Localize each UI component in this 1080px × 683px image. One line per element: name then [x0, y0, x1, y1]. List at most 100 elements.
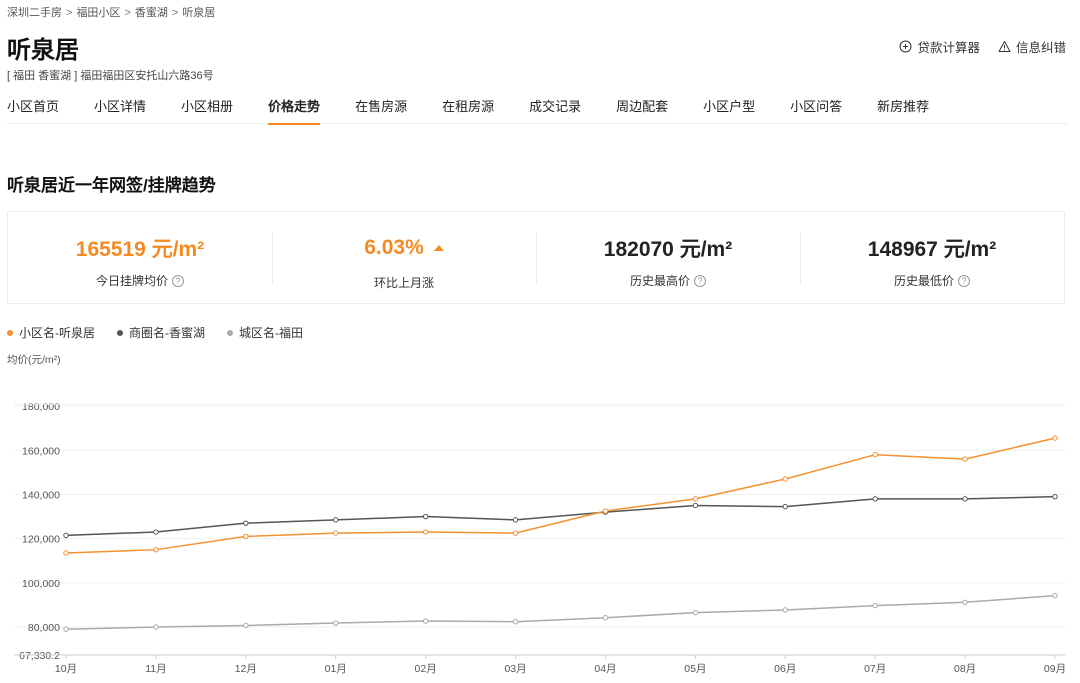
data-point — [962, 599, 968, 605]
data-point — [243, 520, 249, 526]
legend-dot-icon — [227, 329, 233, 336]
data-point — [422, 618, 429, 624]
tab-home[interactable]: 小区首页 — [7, 96, 59, 124]
breadcrumb-separator: > — [171, 7, 179, 19]
stat-value: 6.03% — [364, 236, 424, 259]
legend-label: 商圈名-香蜜湖 — [129, 326, 205, 340]
data-point — [333, 517, 339, 523]
stat-label: 历史最低价 — [893, 274, 954, 288]
page-title: 听泉居 — [7, 37, 79, 64]
report-error-button[interactable]: 信息纠错 — [998, 37, 1066, 56]
chart-legend: 小区名-听泉居 商圈名-香蜜湖 城区名-福田 — [7, 324, 303, 341]
legend-item-city[interactable]: 城区名-福田 — [227, 324, 303, 341]
data-point — [782, 476, 788, 482]
data-point — [243, 533, 249, 540]
help-icon[interactable]: ? — [958, 274, 970, 287]
y-tick-label: 100,000 — [22, 578, 60, 590]
breadcrumb-link-city[interactable]: 深圳二手房 — [7, 7, 62, 19]
legend-label: 城区名-福田 — [239, 326, 303, 340]
data-point — [962, 456, 968, 462]
tab-for-rent[interactable]: 在租房源 — [442, 96, 494, 124]
y-tick-label: 160,000 — [22, 445, 60, 457]
data-point — [422, 513, 429, 520]
tab-for-sale[interactable]: 在售房源 — [355, 96, 407, 124]
tab-new-homes[interactable]: 新房推荐 — [877, 96, 929, 124]
y-tick-label: 120,000 — [22, 534, 60, 546]
tab-nearby[interactable]: 周边配套 — [616, 96, 668, 124]
data-point — [243, 622, 249, 629]
stat-value: 165519 元/m² — [75, 238, 205, 261]
data-point — [962, 496, 968, 502]
series-line-city — [65, 594, 1056, 630]
x-tick-label: 07月 — [864, 663, 886, 675]
x-tick-label: 04月 — [594, 663, 616, 675]
legend-item-district[interactable]: 商圈名-香蜜湖 — [117, 324, 205, 341]
tab-qa[interactable]: 小区问答 — [790, 96, 842, 124]
tab-photos[interactable]: 小区相册 — [181, 96, 233, 124]
arrow-up-icon — [433, 245, 444, 251]
data-point — [153, 624, 159, 630]
breadcrumb: 深圳二手房 > 福田小区 > 香蜜湖 > 听泉居 — [7, 4, 215, 20]
help-icon[interactable]: ? — [172, 274, 184, 287]
data-point — [692, 502, 699, 509]
data-point — [1052, 435, 1058, 441]
x-tick-label: 11月 — [145, 663, 166, 675]
stat-historic-low: 148967 元/m² 历史最低价? — [800, 212, 1064, 303]
data-point — [333, 530, 339, 536]
data-point — [872, 496, 878, 502]
y-tick-label: 180,000 — [22, 401, 60, 413]
stat-label: 历史最高价 — [629, 274, 690, 288]
warning-icon — [998, 41, 1011, 52]
report-error-label: 信息纠错 — [1015, 41, 1066, 55]
x-tick-label: 06月 — [774, 663, 796, 675]
tab-floor-plans[interactable]: 小区户型 — [703, 96, 755, 124]
x-tick-label: 03月 — [504, 663, 526, 675]
breadcrumb-separator: > — [124, 7, 131, 19]
tab-transactions[interactable]: 成交记录 — [529, 96, 581, 124]
y-tick-label: 140,000 — [22, 489, 60, 501]
data-point — [333, 620, 339, 626]
data-point — [63, 626, 69, 632]
series-line-community — [65, 437, 1056, 554]
series-line-district — [65, 495, 1056, 537]
stat-historic-high: 182070 元/m² 历史最高价? — [536, 212, 800, 303]
community-address: [ 福田 香蜜湖 ] 福田福田区安托山六路36号 — [7, 70, 214, 82]
data-point — [1052, 493, 1058, 500]
x-tick-label: 09月 — [1044, 663, 1066, 675]
data-point — [782, 607, 788, 613]
legend-label: 小区名-听泉居 — [19, 326, 95, 340]
data-point — [602, 615, 609, 621]
data-point — [692, 496, 699, 502]
stat-listing-avg: 165519 元/m² 今日挂牌均价? — [8, 212, 272, 303]
plus-circle-icon — [899, 40, 912, 53]
loan-calculator-button[interactable]: 贷款计算器 — [899, 37, 980, 56]
data-point — [153, 546, 159, 553]
community-nav: 小区首页 小区详情 小区相册 价格走势 在售房源 在租房源 成交记录 周边配套 … — [7, 96, 1067, 125]
data-point — [63, 532, 69, 539]
x-tick-label: 02月 — [415, 663, 437, 675]
breadcrumb-current: 听泉居 — [182, 7, 216, 19]
x-tick-label: 10月 — [55, 663, 77, 675]
legend-dot-icon — [7, 329, 13, 336]
breadcrumb-separator: > — [66, 7, 73, 19]
y-tick-label: 80,000 — [28, 622, 60, 634]
stat-label: 今日挂牌均价 — [95, 274, 168, 288]
help-icon[interactable]: ? — [694, 274, 706, 287]
y-tick-label: 67,330.2 — [19, 650, 60, 662]
x-tick-label: 08月 — [954, 663, 976, 675]
breadcrumb-link-area[interactable]: 香蜜湖 — [135, 7, 168, 19]
x-tick-label: 01月 — [325, 663, 347, 675]
data-point — [512, 517, 519, 523]
data-point — [872, 602, 878, 609]
tab-price-trend[interactable]: 价格走势 — [268, 96, 321, 125]
section-title: 听泉居近一年网签/挂牌趋势 — [7, 176, 216, 195]
price-stats-panel: 165519 元/m² 今日挂牌均价? 6.03% 环比上月涨 182070 元… — [7, 211, 1065, 304]
data-point — [602, 508, 609, 514]
chart-y-axis-label: 均价(元/m²) — [7, 354, 61, 366]
data-point — [153, 529, 159, 535]
stat-value: 182070 元/m² — [603, 238, 733, 261]
legend-item-community[interactable]: 小区名-听泉居 — [7, 324, 95, 341]
breadcrumb-link-district[interactable]: 福田小区 — [76, 7, 120, 19]
legend-dot-icon — [117, 329, 123, 336]
tab-details[interactable]: 小区详情 — [94, 96, 146, 124]
